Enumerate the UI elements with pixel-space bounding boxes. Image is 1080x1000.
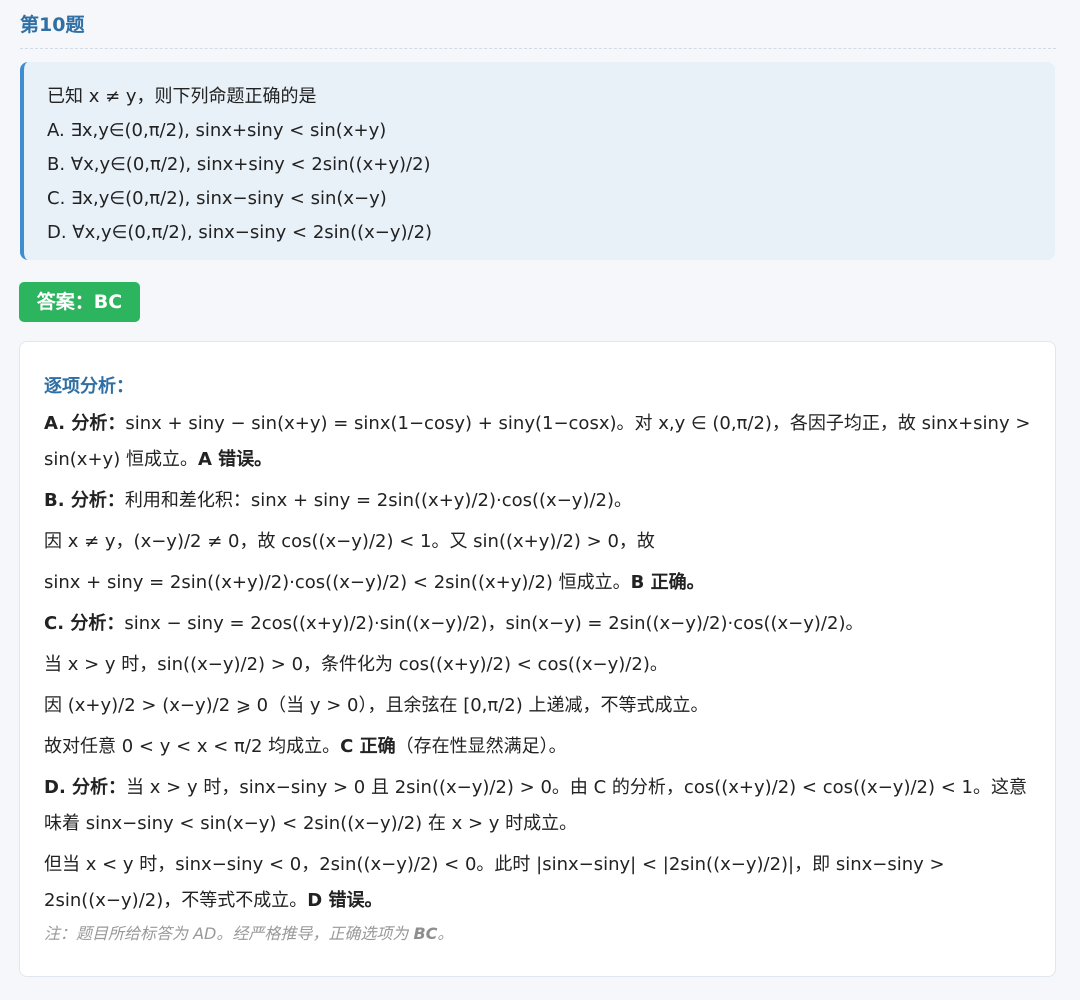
question-page: 第10题 已知 x ≠ y，则下列命题正确的是 A. ∃x,y∈(0,π/2),… [0,0,1080,1000]
analysis-c-label: C. 分析： [44,613,125,634]
option-c: C. ∃x,y∈(0,π/2), sinx−siny < sin(x−y) [47,188,387,209]
analysis-a-text: sinx + siny − sin(x+y) = sinx(1−cosy) + … [44,413,1031,470]
analysis-c-line-1: C. 分析：sinx − siny = 2cos((x+y)/2)·sin((x… [44,606,1036,642]
analysis-b-label: B. 分析： [44,490,125,511]
analysis-d-verdict: D 错误。 [307,890,383,911]
analysis-c-text-1: sinx − siny = 2cos((x+y)/2)·sin((x−y)/2)… [124,613,864,634]
analysis-c-line-4: 故对任意 0 < y < x < π/2 均成立。C 正确（存在性显然满足）。 [44,729,1036,765]
analysis-d-text-2: 但当 x < y 时，sinx−siny < 0，2sin((x−y)/2) <… [44,854,945,911]
question-title: 第10题 [20,14,85,36]
analysis-b-line-3: sinx + siny = 2sin((x+y)/2)·cos((x−y)/2)… [44,565,1036,601]
analysis-card: 逐项分析： A. 分析：sinx + siny − sin(x+y) = sin… [19,341,1056,977]
analysis-b-line-1: B. 分析：利用和差化积：sinx + siny = 2sin((x+y)/2)… [44,483,1036,519]
analysis-a-paragraph: A. 分析：sinx + siny − sin(x+y) = sinx(1−co… [44,406,1036,478]
analysis-note: 注：题目所给标答为 AD。经严格推导，正确选项为 BC。 [44,920,1036,948]
question-header: 第10题 [20,12,1056,49]
analysis-b-line-2: 因 x ≠ y，(x−y)/2 ≠ 0，故 cos((x−y)/2) < 1。又… [44,531,655,552]
analysis-d-paragraph-1: D. 分析：当 x > y 时，sinx−siny > 0 且 2sin((x−… [44,770,1036,842]
option-d: D. ∀x,y∈(0,π/2), sinx−siny < 2sin((x−y)/… [47,222,433,243]
analysis-d-text-1: 当 x > y 时，sinx−siny > 0 且 2sin((x−y)/2) … [44,777,1027,834]
answer-badge: 答案：BC [19,282,140,322]
analysis-a-label: A. 分析： [44,413,126,434]
analysis-c-line-2: 当 x > y 时，sin((x−y)/2) > 0，条件化为 cos((x+y… [44,654,668,675]
question-box: 已知 x ≠ y，则下列命题正确的是 A. ∃x,y∈(0,π/2), sinx… [20,62,1055,260]
analysis-note-prefix: 注：题目所给标答为 AD。经严格推导，正确选项为 [44,924,414,943]
option-a: A. ∃x,y∈(0,π/2), sinx+siny < sin(x+y) [47,120,387,141]
question-stem: 已知 x ≠ y，则下列命题正确的是 [47,86,317,107]
analysis-c-line-3: 因 (x+y)/2 > (x−y)/2 ⩾ 0（当 y > 0），且余弦在 [0… [44,695,709,716]
analysis-note-emphasis: BC [413,924,438,943]
analysis-body: A. 分析：sinx + siny − sin(x+y) = sinx(1−co… [44,406,1036,948]
analysis-b-verdict: B 正确。 [630,572,705,593]
analysis-heading: 逐项分析： [44,376,134,397]
analysis-b-text-1: 利用和差化积：sinx + siny = 2sin((x+y)/2)·cos((… [124,490,632,511]
analysis-note-suffix: 。 [437,924,454,943]
analysis-c-text-4-prefix: 故对任意 0 < y < x < π/2 均成立。 [44,736,341,757]
analysis-c-text-4-suffix: （存在性显然满足）。 [395,736,567,757]
analysis-d-label: D. 分析： [44,777,127,798]
analysis-c-verdict: C 正确 [340,736,396,757]
option-b: B. ∀x,y∈(0,π/2), sinx+siny < 2sin((x+y)/… [47,154,431,175]
analysis-a-verdict: A 错误。 [197,449,273,470]
analysis-b-text-3: sinx + siny = 2sin((x+y)/2)·cos((x−y)/2)… [44,572,631,593]
analysis-d-paragraph-2: 但当 x < y 时，sinx−siny < 0，2sin((x−y)/2) <… [44,847,1036,919]
